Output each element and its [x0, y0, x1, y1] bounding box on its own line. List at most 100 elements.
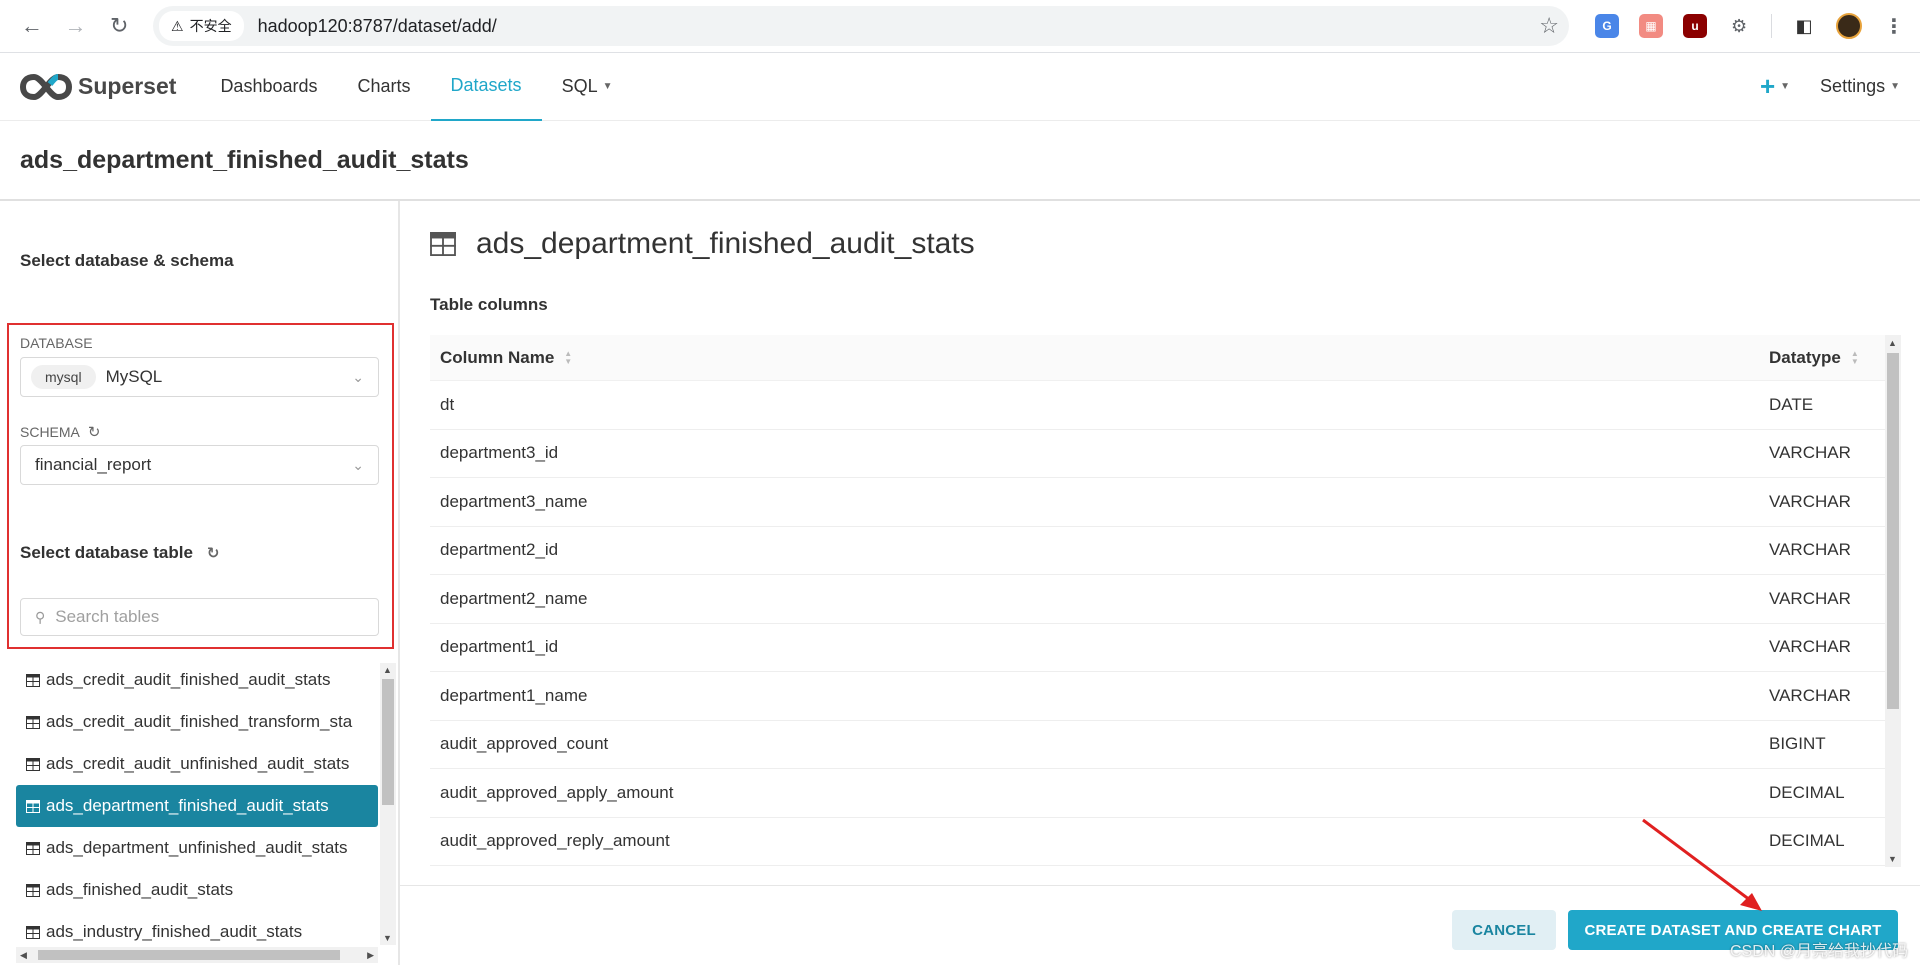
database-select[interactable]: mysql MySQL ⌄	[20, 357, 379, 397]
superset-logo-icon	[20, 73, 72, 100]
red-arrow-annotation	[1642, 818, 1762, 911]
more-menu-icon[interactable]: ⋮	[1882, 14, 1907, 38]
sort-icon[interactable]: ▲ ▼	[564, 349, 572, 366]
table-row: department2_name VARCHAR	[430, 575, 1885, 624]
url-text[interactable]: hadoop120:8787/dataset/add/	[258, 16, 1540, 37]
table-list-item[interactable]: ads_credit_audit_finished_audit_stats	[16, 659, 378, 701]
table-name: ads_credit_audit_finished_transform_sta	[46, 712, 353, 731]
caret-down-icon: ▼	[602, 81, 613, 92]
chevron-down-icon: ⌄	[352, 368, 364, 385]
scroll-up-icon[interactable]: ▲	[1888, 338, 1897, 348]
settings-menu[interactable]: Settings ▼	[1820, 76, 1900, 97]
column-name-cell: dt	[440, 394, 455, 414]
scrollbar-thumb[interactable]	[382, 679, 394, 805]
nav-sql[interactable]: SQL ▼	[542, 53, 633, 121]
refresh-icon[interactable]: ↻	[88, 423, 101, 441]
table-icon	[26, 841, 40, 855]
table-row: department1_name VARCHAR	[430, 672, 1885, 721]
database-schema-heading: Select database & schema	[20, 251, 234, 270]
table-columns-label: Table columns	[430, 295, 548, 314]
schema-value: financial_report	[35, 455, 152, 474]
warning-icon: ⚠	[171, 17, 184, 34]
bookmark-star-icon[interactable]: ☆	[1539, 13, 1559, 39]
extension-icon[interactable]: ▦	[1639, 14, 1664, 38]
toolbar-divider	[1771, 14, 1773, 38]
scrollbar-thumb[interactable]	[38, 950, 340, 960]
table-list-item[interactable]: ads_department_unfinished_audit_stats	[16, 827, 378, 869]
table-row: audit_approved_count BIGINT	[430, 721, 1885, 769]
table-row: department3_name VARCHAR	[430, 478, 1885, 527]
database-tag: mysql	[31, 365, 96, 389]
table-icon	[26, 883, 40, 897]
schema-select[interactable]: financial_report ⌄	[20, 445, 379, 485]
scroll-right-icon[interactable]: ▶	[367, 950, 374, 961]
page-title: ads_department_finished_audit_stats	[20, 145, 469, 174]
column-name-cell: department2_name	[440, 588, 588, 608]
scroll-down-icon[interactable]: ▼	[1888, 854, 1897, 864]
security-chip[interactable]: ⚠ 不安全	[159, 11, 244, 41]
table-heading-row: Select database table ↻	[20, 543, 220, 563]
watermark: CSDN @月亮给我抄代码	[1729, 943, 1908, 960]
datatype-cell: DECIMAL	[1769, 831, 1845, 851]
puzzle-extensions-icon[interactable]: ⚙	[1727, 14, 1752, 38]
columns-table-scrollbar[interactable]: ▲ ▼	[1885, 335, 1901, 867]
column-name-cell: department1_name	[440, 685, 588, 705]
column-name-cell: department3_id	[440, 443, 559, 463]
table-name: ads_finished_audit_stats	[46, 880, 234, 899]
datatype-header-label: Datatype	[1769, 347, 1841, 367]
search-placeholder: Search tables	[55, 607, 160, 626]
database-value: MySQL	[105, 367, 163, 386]
scrollbar-thumb[interactable]	[1887, 353, 1899, 709]
profile-avatar[interactable]	[1836, 13, 1863, 39]
column-name-cell: audit_approved_count	[440, 734, 609, 754]
nav-datasets[interactable]: Datasets	[430, 53, 542, 121]
table-list-item[interactable]: ads_credit_audit_unfinished_audit_stats	[16, 743, 378, 785]
plus-icon: +	[1759, 71, 1776, 101]
datatype-cell: VARCHAR	[1769, 443, 1851, 463]
translate-extension-icon[interactable]: G	[1595, 14, 1620, 38]
column-name-header-label: Column Name	[440, 347, 555, 367]
superset-logo[interactable]: Superset	[20, 73, 176, 101]
datatype-cell: BIGINT	[1769, 734, 1826, 754]
nav-charts[interactable]: Charts	[338, 53, 431, 121]
table-name: ads_department_unfinished_audit_stats	[46, 838, 348, 857]
schema-label-row: SCHEMA ↻	[20, 423, 100, 441]
table-list-item[interactable]: ads_finished_audit_stats	[16, 869, 378, 911]
forward-icon[interactable]: →	[58, 8, 94, 44]
column-name-cell: department2_id	[440, 540, 559, 560]
table-list-scrollbar[interactable]: ▲ ▼	[380, 663, 396, 945]
reload-icon[interactable]: ↻	[101, 8, 137, 44]
datatype-cell: VARCHAR	[1769, 540, 1851, 560]
datatype-header[interactable]: Datatype ▲ ▼	[1759, 348, 1885, 368]
scroll-down-icon[interactable]: ▼	[383, 933, 392, 943]
side-panel-icon[interactable]: ◧	[1792, 14, 1817, 38]
column-name-header[interactable]: Column Name ▲ ▼	[430, 348, 1759, 368]
table-list-item[interactable]: ads_industry_finished_audit_stats	[16, 911, 378, 945]
database-label: DATABASE	[20, 335, 93, 351]
table-list-item[interactable]: ads_credit_audit_finished_transform_sta	[16, 701, 378, 743]
table-row: department1_id VARCHAR	[430, 624, 1885, 672]
new-menu[interactable]: + ▼	[1760, 71, 1790, 102]
scroll-left-icon[interactable]: ◀	[20, 950, 27, 961]
title-bar: ads_department_finished_audit_stats	[0, 121, 1920, 201]
scroll-up-icon[interactable]: ▲	[383, 665, 392, 675]
table-heading: Select database table	[20, 543, 193, 562]
table-list-hscrollbar[interactable]: ◀ ▶	[16, 947, 378, 963]
dataset-title: ads_department_finished_audit_stats	[476, 227, 975, 260]
right-panel: ads_department_finished_audit_stats Tabl…	[400, 201, 1920, 965]
refresh-icon[interactable]: ↻	[207, 544, 220, 562]
address-bar[interactable]: ⚠ 不安全 hadoop120:8787/dataset/add/ ☆	[153, 6, 1570, 46]
column-name-cell: audit_approved_apply_amount	[440, 782, 674, 802]
datatype-cell: VARCHAR	[1769, 588, 1851, 608]
caret-down-icon: ▼	[1780, 81, 1791, 92]
ublock-icon[interactable]: u	[1683, 14, 1708, 38]
browser-toolbar: ← → ↻ ⚠ 不安全 hadoop120:8787/dataset/add/ …	[0, 0, 1920, 53]
schema-label: SCHEMA	[20, 424, 80, 440]
back-icon[interactable]: ←	[14, 8, 50, 44]
search-tables-input[interactable]: ⚲ Search tables	[20, 598, 379, 636]
cancel-button[interactable]: CANCEL	[1452, 910, 1556, 950]
table-list-item-selected[interactable]: ads_department_finished_audit_stats	[16, 785, 378, 827]
nav-dashboards[interactable]: Dashboards	[200, 53, 337, 121]
sort-icon[interactable]: ▲ ▼	[1851, 349, 1859, 366]
column-name-cell: department3_name	[440, 491, 588, 511]
